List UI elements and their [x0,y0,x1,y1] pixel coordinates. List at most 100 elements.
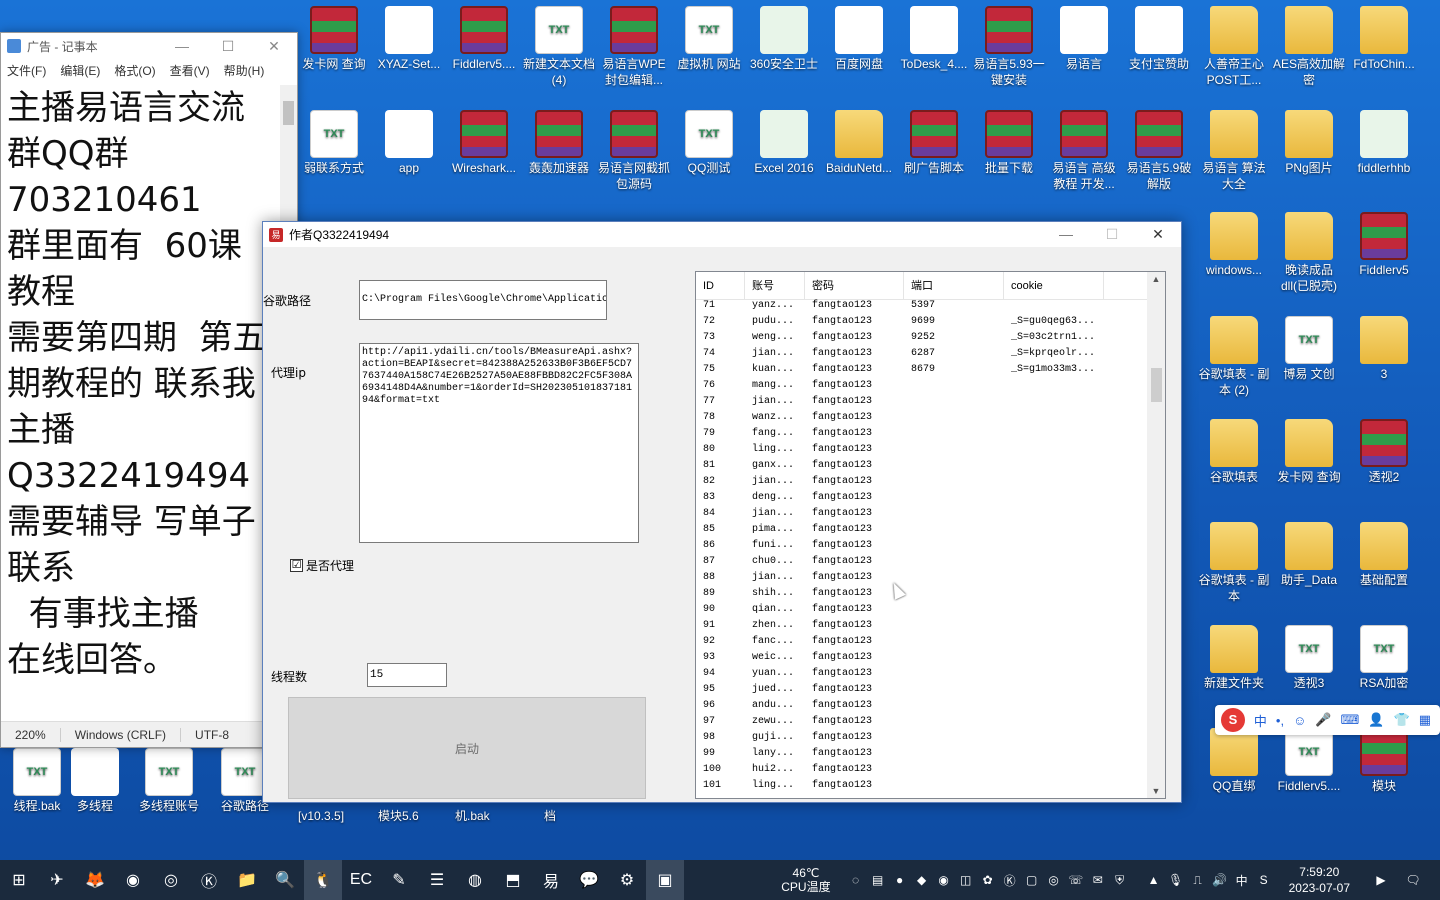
start-button[interactable]: 启动 [288,697,646,799]
qq-icon[interactable]: 🐧 [304,860,342,900]
table-row[interactable]: 91 zhen... fangtao123 [696,618,1147,634]
col-password[interactable]: 密码 [805,272,904,299]
table-row[interactable]: 76 mang... fangtao123 [696,378,1147,394]
table-row[interactable]: 88 jian... fangtao123 [696,570,1147,586]
punctuation-icon[interactable]: •, [1276,713,1284,728]
table-row[interactable]: 100 hui2... fangtao123 [696,762,1147,778]
tray-icon-3[interactable]: ● [891,873,909,887]
wechat-icon[interactable]: 💬 [570,860,608,900]
chrome-path-input[interactable]: C:\Program Files\Google\Chrome\Applicati… [359,280,607,320]
table-row[interactable]: 73 weng... fangtao123 9252 _S=03c2trn1... [696,330,1147,346]
scroll-up-icon[interactable]: ▲ [1147,274,1165,284]
browser-360-icon[interactable]: ◉ [114,860,152,900]
skin-icon[interactable]: 👕 [1394,712,1410,728]
desktop-icon-item[interactable]: Fiddlerv5 [1347,212,1421,278]
notepad-text-area[interactable]: 主播易语言交流 群QQ群 703210461 群里面有 60课 教程 需要第四期… [7,85,275,717]
maximize-icon[interactable]: ☐ [1089,226,1135,243]
minimize-icon[interactable]: — [159,38,205,55]
start-windows-icon[interactable]: ⊞ [0,860,38,900]
emoji-icon[interactable]: ☺ [1293,713,1306,728]
col-cookie[interactable]: cookie [1004,272,1104,299]
toolbox-icon[interactable]: ▦ [1419,712,1431,728]
desktop-icon-item[interactable]: Excel 2016 [747,110,821,176]
notepad-window[interactable]: 广告 - 记事本 — ☐ ✕ 文件(F) 编辑(E) 格式(O) 查看(V) 帮… [0,32,298,748]
desktop-icon-item[interactable]: TXT QQ测试 [672,110,746,176]
chrome-icon[interactable]: ◎ [152,860,190,900]
nvidia-icon[interactable]: ▲ [1145,873,1163,887]
desktop-icon-item[interactable]: Wireshark... [447,110,521,176]
tray-icon-6[interactable]: ◫ [957,873,975,887]
menu-view[interactable]: 查看(V) [170,62,210,79]
app-titlebar[interactable]: 易 作者Q3322419494 — ☐ ✕ [263,222,1181,247]
network-icon[interactable]: ⎍ [1189,873,1207,888]
tray-icon-7[interactable]: ✿ [979,873,997,887]
desktop-icon-item[interactable]: TXT 虚拟机 网站 [672,6,746,72]
col-account[interactable]: 账号 [745,272,805,299]
menu-file[interactable]: 文件(F) [7,62,46,79]
firefox-icon[interactable]: 🦊 [76,860,114,900]
desktop-icon-item[interactable]: 3 [1347,316,1421,382]
desktop-icon-item[interactable]: 基础配置 [1347,522,1421,588]
table-row[interactable]: 75 kuan... fangtao123 8679 _S=g1mo33m3... [696,362,1147,378]
desktop-icon-item[interactable]: TXT 博易 文创 [1272,316,1346,382]
table-row[interactable]: 84 jian... fangtao123 [696,506,1147,522]
desktop-icon-item[interactable]: TXT 弱联系方式 [297,110,371,176]
desktop-icon-item[interactable]: 批量下载 [972,110,1046,176]
maximize-icon[interactable]: ☐ [205,38,251,55]
desktop-icon-item[interactable]: 刷广告脚本 [897,110,971,176]
tray-icon-5[interactable]: ◉ [935,873,953,887]
notes-icon[interactable]: ✎ [380,860,418,900]
desktop-icon-label[interactable]: 档 [544,808,556,824]
desktop-icon-item[interactable]: TXT 新建文本文档 (4) [522,6,596,88]
desktop-icon-item[interactable]: 易语言5.93一键安装 [972,6,1046,88]
editor-icon[interactable]: ☰ [418,860,456,900]
menu-format[interactable]: 格式(O) [114,62,155,79]
desktop-icon-item[interactable]: 谷歌填表 - 副本 [1197,522,1271,604]
desktop-icon-item[interactable]: app [372,110,446,176]
ime-mode[interactable]: 中 [1254,711,1267,730]
clock[interactable]: 7:59:20 2023-07-07 [1289,864,1350,896]
desktop-icon-item[interactable]: TXT Fiddlerv5.... [1272,728,1346,794]
tray-icon-12[interactable]: ✉ [1089,873,1107,887]
desktop-icon-item[interactable]: 易语言 [1047,6,1121,72]
keyboard-icon[interactable]: ⌨ [1341,712,1360,728]
kugou-icon[interactable]: Ⓚ [190,860,228,900]
file-explorer-icon[interactable]: 📁 [228,860,266,900]
desktop-icon-item[interactable]: 新建文件夹 [1197,625,1271,691]
tray-icon-11[interactable]: ☏ [1067,873,1085,887]
table-row[interactable]: 97 zewu... fangtao123 [696,714,1147,730]
user-icon[interactable]: 👤 [1368,712,1384,728]
sogou-tray-icon[interactable]: S [1255,873,1273,887]
desktop-icon-item[interactable]: 360安全卫士 [747,6,821,72]
desktop-icon-item[interactable]: FdToChin... [1347,6,1421,72]
tray-icon-4[interactable]: ◆ [913,873,931,887]
threads-input[interactable]: 15 [367,663,447,687]
desktop-icon-item[interactable]: 易语言 算法大全 [1197,110,1271,192]
desktop-icon-item[interactable]: 发卡网 查询 [1272,419,1346,485]
table-row[interactable]: 71 yanz... fangtao123 5397 [696,298,1147,314]
desktop-icon-item[interactable]: 易语言WPE封包编辑... [597,6,671,88]
scroll-thumb[interactable] [283,101,294,125]
desktop-icon-item[interactable]: XYAZ-Set... [372,6,446,72]
desktop-icon-item[interactable]: 透视2 [1347,419,1421,485]
desktop-icon-item[interactable]: 轰轰加速器 [522,110,596,176]
desktop-icon-item[interactable]: 支付宝赞助 [1122,6,1196,72]
table-row[interactable]: 82 jian... fangtao123 [696,474,1147,490]
table-row[interactable]: 78 wanz... fangtao123 [696,410,1147,426]
tray-icon-1[interactable]: ◌ [847,873,865,887]
app-blue-icon[interactable]: ✈ [38,860,76,900]
bottom-icon-item[interactable]: 多线程 [58,748,132,814]
desktop-icon-item[interactable]: TXT 透视3 [1272,625,1346,691]
volume-icon[interactable]: 🔊 [1211,873,1229,887]
table-row[interactable]: 94 yuan... fangtao123 [696,666,1147,682]
desktop-icon-item[interactable]: 助手_Data [1272,522,1346,588]
table-row[interactable]: 81 ganx... fangtao123 [696,458,1147,474]
desktop-icon-item[interactable]: 百度网盘 [822,6,896,72]
table-row[interactable]: 99 lany... fangtao123 [696,746,1147,762]
tray-icon-8[interactable]: Ⓚ [1001,872,1019,889]
table-row[interactable]: 79 fang... fangtao123 [696,426,1147,442]
table-row[interactable]: 83 deng... fangtao123 [696,490,1147,506]
minimize-icon[interactable]: — [1043,226,1089,243]
col-id[interactable]: ID [696,272,745,299]
desktop-icon-item[interactable]: 发卡网 查询 [297,6,371,72]
